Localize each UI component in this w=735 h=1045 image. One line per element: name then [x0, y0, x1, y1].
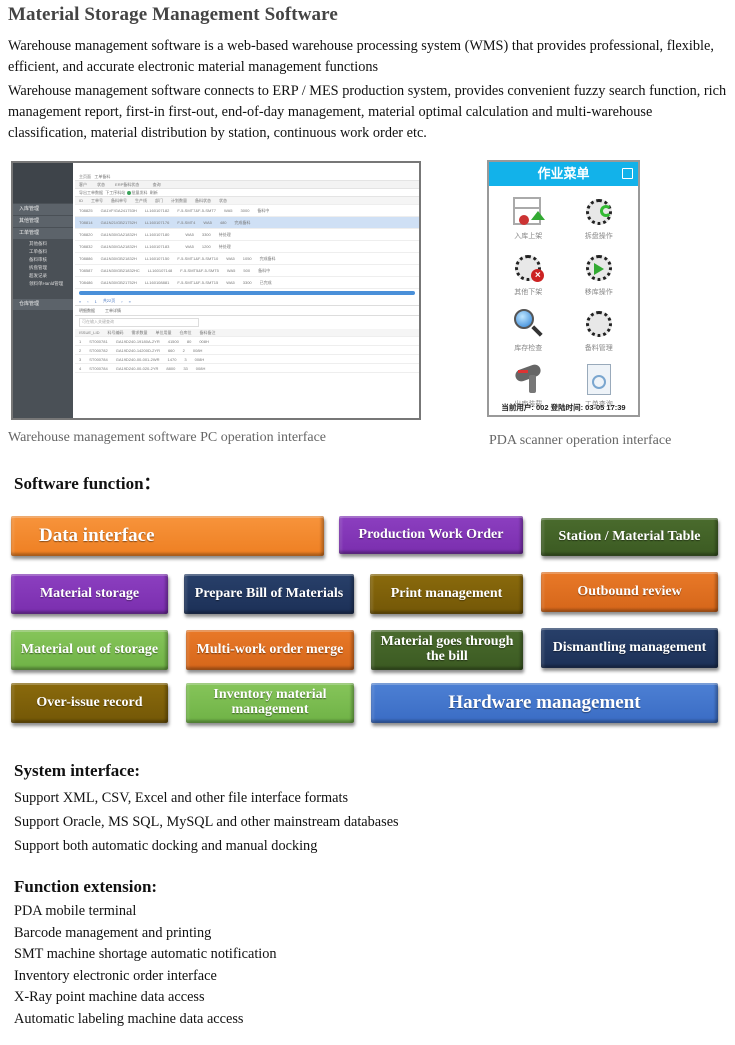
pc-main: 主页面 工单备料 客户 状态 ERP备料状态 查询 导出工单数据 下工序料站 批…	[75, 163, 419, 418]
table-header: ID 工单号 备料单号 生产线 部门 计划数量 备料状态 状态	[75, 197, 419, 205]
exit-icon[interactable]	[622, 168, 633, 179]
detail-search-input[interactable]: 可在输入关键查询	[79, 318, 199, 327]
sidebar-item[interactable]: 超发记录	[13, 272, 73, 280]
reel-remove-icon: ×	[511, 251, 545, 285]
table-row[interactable]: T08825 GA1VF/GA241753H LL160107182 F-5-SMT7…	[75, 205, 419, 217]
sidebar-group[interactable]: 仓库管理	[13, 299, 73, 310]
sidebar-item[interactable]: 拆盘管理	[13, 264, 73, 272]
pda-menu-item[interactable]: 拆盘操作	[564, 188, 635, 244]
tile-material-storage[interactable]: Material storage	[11, 574, 168, 614]
sidebar-item[interactable]: 工单备料	[13, 248, 73, 256]
tile-data-interface[interactable]: Data interface	[11, 516, 324, 556]
intro-paragraph-2: Warehouse management software connects t…	[8, 83, 727, 141]
table-row[interactable]: T08886 GA1N30/GB21832H LL160107150 F-5-SMT1…	[75, 253, 419, 265]
tile-multi-work-order-merge[interactable]: Multi-work order merge	[186, 630, 354, 670]
pda-menu-label: 其他下架	[514, 289, 543, 296]
table-row[interactable]: T08832 GA1N30/GA21832H LL160107183 WA5 1200 待…	[75, 241, 419, 253]
detail-table-header: ISSUE_LID 料号编码 需求数量 单位用量 仓库位 备料备注	[75, 329, 419, 337]
tile-dismantling-management[interactable]: Dismantling management	[541, 628, 718, 668]
tile-over-issue-record[interactable]: Over-issue record	[11, 683, 168, 723]
pda-menu-label: 备料管理	[584, 345, 613, 352]
sidebar-item[interactable]: 备料审核	[13, 256, 73, 264]
horizontal-scrollbar[interactable]	[79, 291, 415, 295]
intro-paragraph-1: Warehouse management software is a web-b…	[8, 38, 714, 75]
toolbar: 导出工单数据 下工序料站 批量发料 刷新	[75, 189, 419, 197]
detail-row[interactable]: 1 ST000781 GA19D240-19180A-2YR 41500 80 008H	[75, 337, 419, 346]
function-extension-heading: Function extension:	[14, 877, 158, 896]
pda-menu-item[interactable]: 入库上架	[493, 188, 564, 244]
system-interface-heading: System interface:	[14, 761, 141, 780]
pc-caption: Warehouse management software PC operati…	[8, 430, 327, 445]
list-item: Inventory electronic order interface	[14, 967, 217, 984]
list-item: Support XML, CSV, Excel and other file i…	[14, 790, 349, 806]
breadcrumb: 主页面 工单备料	[75, 173, 419, 181]
pda-menu-item[interactable]: 备料管理	[564, 300, 635, 356]
function-extension-list: PDA mobile terminal Barcode management a…	[14, 901, 277, 1031]
pda-header: 作业菜单	[489, 162, 638, 186]
software-function-heading: Software function：	[14, 474, 161, 493]
pda-menu-grid: 入库上架 拆盘操作 × 其他下架 移库操作 库存检查 备料管理 出库装载 工单查询	[489, 186, 638, 412]
list-item: SMT machine shortage automatic notificat…	[14, 946, 277, 963]
page-title: Material Storage Management Software	[8, 4, 338, 25]
list-item: PDA mobile terminal	[14, 903, 137, 919]
sidebar-group[interactable]: 工单管理	[13, 228, 73, 239]
tile-hardware-management[interactable]: Hardware management	[371, 683, 718, 723]
list-item: Support both automatic docking and manua…	[14, 838, 318, 854]
table-row[interactable]: T08486 GA1N30/GB21752H LL160108881 F-5-SMT1…	[75, 277, 419, 289]
table-row[interactable]: T08587 GA1N30/GB21832HC LL160107148 F-5-SMT…	[75, 265, 419, 277]
detail-table: 1 ST000781 GA19D240-19180A-2YR 41500 80 008H 2…	[75, 337, 419, 373]
tile-material-out-of-storage[interactable]: Material out of storage	[11, 630, 168, 670]
pc-sidebar: 入库管理 其他管理 工单管理 其他备料 工单备料 备料审核 拆盘管理 超发记录 …	[13, 163, 73, 418]
pda-menu-label: 拆盘操作	[584, 233, 613, 240]
tile-inventory-material-management[interactable]: Inventory material management	[186, 683, 354, 723]
pda-menu-item[interactable]: × 其他下架	[493, 244, 564, 300]
tile-material-goes-through-bill[interactable]: Material goes through the bill	[371, 630, 523, 670]
pda-interface-screenshot: 作业菜单 入库上架 拆盘操作 × 其他下架 移库操作 库存检查 备料管理 出库装载 工单查询 当…	[487, 160, 640, 417]
table-row[interactable]: T08820 GA1N30/GA21832H LL160107180 WA5 3300 待…	[75, 229, 419, 241]
list-item: Barcode management and printing	[14, 924, 212, 941]
tile-print-management[interactable]: Print management	[370, 574, 523, 614]
pda-menu-label: 入库上架	[514, 233, 543, 240]
magnifier-icon	[511, 307, 545, 341]
scanner-icon	[511, 362, 545, 397]
system-interface-list: Support XML, CSV, Excel and other file i…	[14, 786, 399, 858]
sidebar-item[interactable]: 其他备料	[13, 240, 73, 248]
document-icon	[582, 363, 616, 397]
table-row[interactable]: T08814 GA1N21/GB21752H LL160107176 F-5-SMT4…	[75, 217, 419, 229]
shelf-icon	[511, 195, 546, 229]
list-item: Support Oracle, MS SQL, MySQL and other …	[14, 814, 399, 830]
sidebar-group[interactable]: 入库管理	[13, 204, 73, 215]
reel-icon	[582, 307, 616, 341]
tile-station-material-table[interactable]: Station / Material Table	[541, 518, 718, 556]
work-order-table: T08825 GA1VF/GA241753H LL160107182 F-5-SMT7…	[75, 205, 419, 289]
reel-move-icon	[582, 251, 616, 285]
tile-production-work-order[interactable]: Production Work Order	[339, 516, 523, 554]
pda-status-footer: 当前用户: 002 登陆时间: 03-05 17:39	[501, 403, 626, 412]
pc-interface-screenshot: 入库管理 其他管理 工单管理 其他备料 工单备料 备料审核 拆盘管理 超发记录 …	[11, 161, 421, 420]
pda-menu-item[interactable]: 库存检查	[493, 300, 564, 356]
list-item: Automatic labeling machine data access	[14, 1010, 244, 1027]
pda-menu-item[interactable]: 移库操作	[564, 244, 635, 300]
sidebar-item[interactable]: 领料单Hanld管理	[13, 280, 73, 288]
detail-row[interactable]: 3 ST000784 GA19D240-00-001-2WR 1470 3 008H	[75, 355, 419, 364]
reel-split-icon	[582, 195, 616, 229]
detail-tabs: 明细数据 工单详情	[75, 306, 419, 316]
filter-bar: 客户 状态 ERP备料状态 查询	[75, 181, 419, 189]
detail-row[interactable]: 4 ST000784 GA19D240-00-020-2YR 8800 33 008H	[75, 364, 419, 373]
pda-caption: PDA scanner operation interface	[489, 433, 672, 448]
pda-menu-label: 移库操作	[584, 289, 613, 296]
sidebar-group[interactable]: 其他管理	[13, 216, 73, 227]
tile-outbound-review[interactable]: Outbound review	[541, 572, 718, 612]
list-item: X-Ray point machine data access	[14, 989, 205, 1006]
detail-row[interactable]: 2 ST000782 GA19D240-14200D-2YR 660 2 008H	[75, 346, 419, 355]
pager: «‹ 1 共22页 ›»	[75, 297, 419, 306]
pda-menu-label: 库存检查	[514, 345, 543, 352]
tile-prepare-bom[interactable]: Prepare Bill of Materials	[184, 574, 354, 614]
